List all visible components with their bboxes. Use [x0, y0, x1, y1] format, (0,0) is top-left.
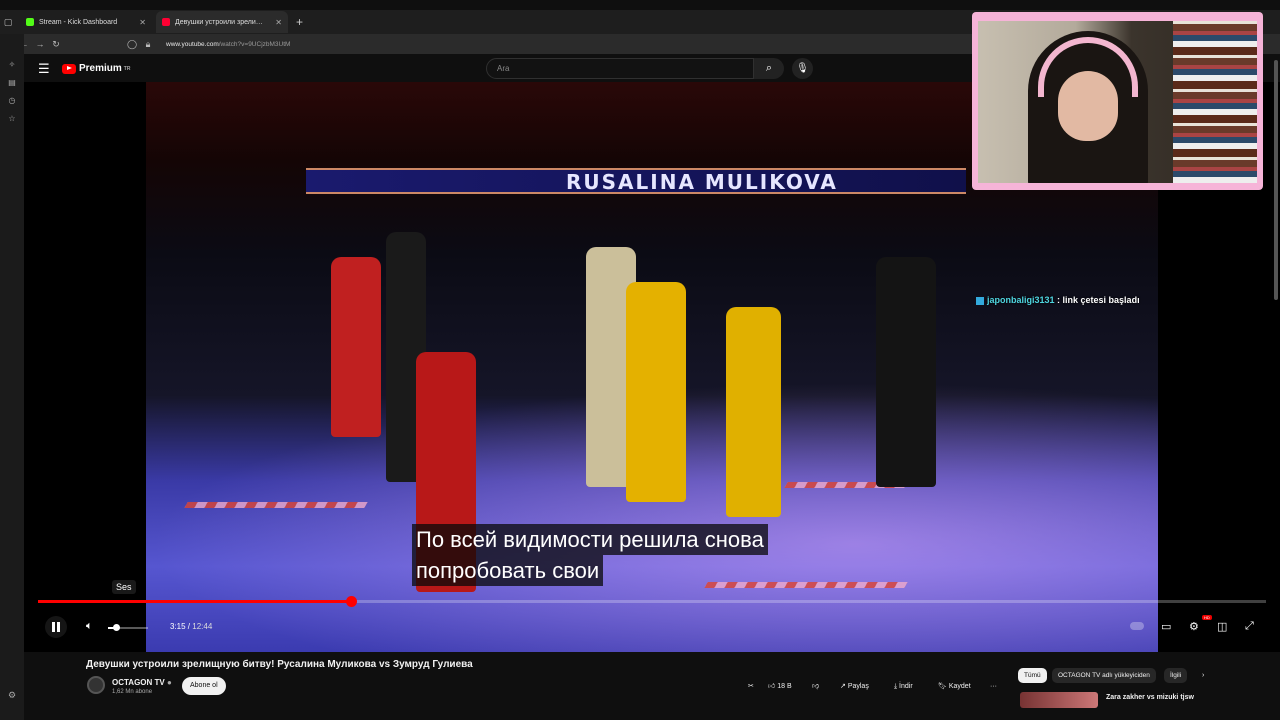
- download-label: İndir: [899, 683, 913, 690]
- channel-avatar[interactable]: [87, 676, 105, 694]
- youtube-logo[interactable]: Premium TR: [62, 63, 130, 74]
- duration: 12:44: [192, 622, 213, 631]
- webcam-feed: [978, 21, 1257, 183]
- share-label: Paylaş: [847, 683, 869, 690]
- progress-fill: [38, 600, 352, 603]
- person-figure: [876, 257, 936, 487]
- kick-badge-icon: [976, 296, 984, 305]
- settings-icon[interactable]: ⚙: [8, 690, 16, 701]
- forward-icon[interactable]: →: [32, 39, 48, 49]
- volume-icon[interactable]: 🔈︎: [86, 620, 93, 633]
- subtitles: По всей видимости решила снова попробова…: [412, 524, 768, 586]
- clip-icon[interactable]: ✂: [748, 679, 754, 694]
- reload-icon[interactable]: ↻: [48, 39, 64, 50]
- miniplayer-icon[interactable]: ◫: [1217, 620, 1227, 633]
- subtitle-line-2: попробовать свои: [412, 555, 604, 586]
- related-video-title[interactable]: Zara zakher vs mizuki tjsw: [1106, 694, 1194, 701]
- subscribe-button[interactable]: Abone ol: [182, 677, 226, 695]
- close-icon[interactable]: ✕: [139, 18, 146, 27]
- progress-bar[interactable]: [38, 596, 1266, 607]
- save-label: Kaydet: [948, 683, 971, 690]
- volume-slider[interactable]: [108, 624, 148, 631]
- volume-tooltip: Ses: [112, 580, 136, 594]
- lock-icon[interactable]: 🔒︎: [140, 39, 156, 50]
- shield-icon[interactable]: ◯: [124, 39, 140, 50]
- subscriber-count: 1,62 Mn abone: [112, 689, 153, 695]
- logo-text: Premium: [79, 63, 122, 74]
- page-scrollbar[interactable]: [1274, 60, 1278, 300]
- person-figure: [726, 307, 781, 517]
- bookshelf: [1173, 21, 1257, 183]
- related-video-thumbnail[interactable]: [1020, 692, 1098, 708]
- tab-label: Stream - Kick Dashboard: [39, 18, 118, 26]
- url-host: www.youtube.com: [166, 40, 219, 48]
- chat-text: : link çetesi başladı: [1054, 295, 1140, 305]
- tab-actions-icon[interactable]: ▢: [0, 17, 16, 28]
- chip-related[interactable]: İlgili: [1164, 668, 1188, 683]
- download-button[interactable]: ⤓ İndir: [894, 679, 913, 694]
- person-figure: [626, 282, 686, 502]
- autoplay-toggle[interactable]: [1130, 622, 1144, 630]
- search-input[interactable]: Ara: [486, 58, 754, 79]
- volume-knob[interactable]: [113, 624, 120, 631]
- close-icon[interactable]: ✕: [275, 18, 282, 27]
- hd-badge: HD: [1202, 615, 1212, 620]
- chip-all[interactable]: Tümü: [1018, 668, 1047, 683]
- kick-favicon-icon: [26, 18, 34, 26]
- player-controls: 🔈︎ 3:15 / 12:44 ▭ ⚙ HD ◫ ⤢: [24, 612, 1280, 642]
- subtitles-icon[interactable]: ▭: [1161, 620, 1171, 633]
- microphone-icon[interactable]: 🎙︎: [792, 58, 813, 79]
- favorites-icon[interactable]: ☆: [0, 110, 24, 128]
- menu-icon[interactable]: ☰: [38, 61, 50, 77]
- chip-from-uploader[interactable]: OCTAGON TV adlı yükleyiciden: [1052, 668, 1156, 683]
- chat-overlay-message: japonbaligi3131 : link çetesi başladı: [976, 295, 1140, 305]
- youtube-play-icon: [62, 63, 76, 74]
- webcam-overlay: [972, 12, 1263, 190]
- chat-username: japonbaligi3131: [987, 295, 1055, 305]
- history-icon[interactable]: ◷: [0, 92, 24, 110]
- tab-kick-dashboard[interactable]: Stream - Kick Dashboard ✕: [20, 11, 152, 33]
- time-display: 3:15 / 12:44: [170, 622, 212, 631]
- pause-button[interactable]: [45, 616, 67, 638]
- browser-sidebar: ✧ ▤ ◷ ☆: [0, 34, 24, 720]
- tab-youtube-video[interactable]: Девушки устроили зрели… ✕: [156, 11, 288, 33]
- tabs-icon[interactable]: ▤: [0, 74, 24, 92]
- url-input[interactable]: www.youtube.com/watch?v=9UCjzbM3UtM: [166, 41, 290, 48]
- banner-text: RUSALINA MULIKOVA: [566, 170, 838, 194]
- logo-region: TR: [123, 65, 131, 72]
- settings-gear-icon[interactable]: ⚙: [1189, 620, 1199, 633]
- arena-marking: [184, 502, 368, 508]
- share-button[interactable]: ↗ Paylaş: [840, 679, 869, 694]
- ai-icon[interactable]: ✧: [0, 56, 24, 74]
- like-count: 18 B: [777, 683, 792, 690]
- new-tab-icon[interactable]: +: [296, 15, 303, 29]
- person-figure: [331, 257, 381, 437]
- like-button[interactable]: 👍︎ 18 B: [768, 679, 792, 694]
- url-path: /watch?v=9UCjzbM3UtM: [218, 40, 291, 48]
- chevron-right-icon[interactable]: ›: [1202, 668, 1204, 683]
- verified-icon: ●: [166, 678, 172, 687]
- video-details: Девушки устроили зрелищную битву! Русали…: [24, 652, 1280, 720]
- subtitle-line-1: По всей видимости решила снова: [412, 524, 768, 555]
- search-icon[interactable]: ⌕: [754, 58, 784, 79]
- channel-name-text: OCTAGON TV: [112, 678, 165, 687]
- fullscreen-icon[interactable]: ⤢: [1245, 620, 1254, 633]
- youtube-favicon-icon: [162, 18, 170, 26]
- channel-name[interactable]: OCTAGON TV ●: [112, 678, 172, 687]
- current-time: 3:15: [170, 622, 186, 631]
- save-button[interactable]: 🔖︎ Kaydet: [938, 679, 971, 694]
- tab-label: Девушки устроили зрели…: [175, 18, 263, 26]
- dislike-button[interactable]: 👎︎: [812, 679, 819, 694]
- video-title: Девушки устроили зрелищную битву! Русали…: [86, 659, 473, 670]
- more-actions-button[interactable]: ···: [990, 679, 997, 694]
